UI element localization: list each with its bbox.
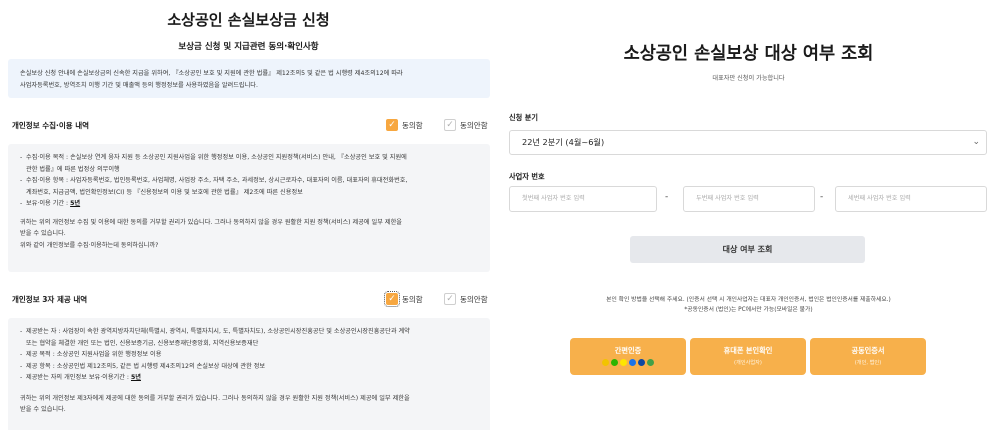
biz-number-input-3[interactable]: 세번째 사업자 번호 입력 — [835, 186, 987, 212]
disagree-label: 동의안함 — [460, 120, 488, 130]
detail-item-retention: 보유·이용 기간 : 5년 — [20, 198, 478, 210]
quarter-value: 22년 2분기 (4월~6월) — [522, 137, 605, 147]
disagree-checkbox-third-party[interactable]: ✓ 동의안함 — [444, 293, 488, 305]
agree-checkbox-collection[interactable]: ✓ 동의함 — [386, 119, 423, 131]
quarter-select[interactable]: 22년 2분기 (4월~6월) ⌄ — [509, 130, 987, 155]
check-icon: ✓ — [444, 119, 456, 131]
agree-label: 동의함 — [402, 120, 423, 130]
detail-item-retention: 제공받는 자의 개인정보 보유·이용기간 : 5년 — [20, 372, 478, 384]
dash-separator: - — [820, 192, 824, 202]
eligibility-subtitle: 대표자만 신청이 가능합니다 — [712, 75, 785, 82]
detail-item: 제공 목적 : 소상공인 지원사업을 위한 행정정보 이용 — [20, 349, 478, 361]
detail-item: 제공 항목 : 소상공인법 제12조의5, 같은 법 시행령 제4조의12의 손… — [20, 361, 478, 373]
retention-value: 5년 — [130, 374, 141, 381]
agree-label: 동의함 — [402, 294, 423, 304]
eligibility-title: 소상공인 손실보상 대상 여부 조회 — [623, 44, 874, 64]
provider-icon — [629, 359, 636, 366]
third-party-details: 제공받는 자 : 사업장이 속한 광역지방자치단체(특별시, 광역시, 특별자치… — [8, 318, 490, 430]
chevron-down-icon: ⌄ — [972, 137, 980, 147]
check-icon: ✓ — [386, 119, 398, 131]
certificate-auth-button[interactable]: 공동인증서 (개인, 법인) — [810, 338, 926, 375]
check-icon: ✓ — [384, 291, 400, 307]
provider-icon — [647, 359, 654, 366]
detail-item-cont: 또는 협약을 체결한 개인 또는 법인, 신용보증기금, 신용보증재단중앙회, … — [26, 339, 259, 347]
agree-checkbox-third-party[interactable]: ✓ 동의함 — [384, 291, 423, 307]
section-third-party: 개인정보 3자 제공 내역 ✓ 동의함 ✓ 동의안함 — [8, 291, 490, 307]
section-label: 개인정보 3자 제공 내역 — [12, 295, 88, 304]
detail-item: 수집·이용 목적 : 손실보상 연계 융자 지원 등 소상공인 지원사업을 위한… — [20, 152, 478, 164]
intro-line: 손실보상 신청 안내에 손실보상금의 신속한 지급을 위하여, 『소상공인 보호… — [20, 70, 403, 77]
collection-details: 수집·이용 목적 : 손실보상 연계 융자 지원 등 소상공인 지원사업을 위한… — [8, 144, 490, 272]
refusal-notice: 귀하는 위의 개인정보 수집 및 이용에 대한 동의를 거부할 권리가 있습니다… — [20, 218, 402, 226]
provider-icon — [611, 359, 618, 366]
section-personal-info-collection: 개인정보 수집·이용 내역 ✓ 동의함 ✓ 동의안함 — [8, 119, 490, 133]
auth-notice-line: *공동인증서 (법인)는 PC에서만 가능(모바일은 불가) — [684, 307, 813, 313]
auth-button-label: 공동인증서 — [851, 346, 885, 355]
biz-number-input-1[interactable]: 첫번째 사업자 번호 입력 — [509, 186, 657, 212]
consent-question: 위와 같이 개인정보를 수집·이용하는데 동의하십니까? — [20, 241, 159, 249]
provider-icon — [638, 359, 645, 366]
biz-number-input-2[interactable]: 두번째 사업자 번호 입력 — [683, 186, 815, 212]
eligibility-search-button[interactable]: 대상 여부 조회 — [630, 236, 865, 263]
disagree-checkbox-collection[interactable]: ✓ 동의안함 — [444, 119, 488, 131]
eligibility-check-panel: 소상공인 손실보상 대상 여부 조회 대표자만 신청이 가능합니다 신청 분기 … — [497, 0, 1000, 430]
refusal-notice: 귀하는 위의 개인정보 제3자에게 제공에 대한 동의를 거부할 권리가 있습니… — [20, 394, 410, 402]
auth-notice-line: 본인 확인 방법을 선택해 주세요. (인증서 선택 시 개인사업자는 대표자 … — [606, 297, 891, 303]
auth-button-sublabel: (개인사업자) — [734, 360, 762, 366]
biz-number-label: 사업자 번호 — [509, 172, 545, 181]
simple-auth-button[interactable]: 간편인증 — [570, 338, 686, 375]
auth-button-label: 휴대폰 본인확인 — [723, 346, 773, 355]
detail-item-cont: 관한 법률』에 따른 법정상 의무이행 — [26, 165, 120, 173]
consent-panel: 소상공인 손실보상금 신청 보상금 신청 및 지급관련 동의·확인사항 손실보상… — [0, 0, 497, 430]
page-title: 소상공인 손실보상금 신청 — [167, 11, 330, 29]
auth-button-sublabel: (개인, 법인) — [854, 360, 882, 366]
intro-notice: 손실보상 신청 안내에 손실보상금의 신속한 지급을 위하여, 『소상공인 보호… — [8, 59, 490, 98]
provider-icon — [602, 359, 609, 366]
detail-item-cont: 계좌번호, 지급금액, 법인확인정보(CI) 등 『신용정보의 이용 및 보호에… — [26, 188, 303, 196]
check-icon: ✓ — [444, 293, 456, 305]
retention-label: 제공받는 자의 개인정보 보유·이용기간 : — [26, 374, 131, 381]
provider-icon — [620, 359, 627, 366]
retention-value: 5년 — [70, 200, 81, 207]
dash-separator: - — [665, 192, 669, 202]
disagree-label: 동의안함 — [460, 294, 488, 304]
section-label: 개인정보 수집·이용 내역 — [12, 121, 90, 130]
detail-item: 제공받는 자 : 사업장이 속한 광역지방자치단체(특별시, 광역시, 특별자치… — [20, 326, 478, 338]
auth-provider-icons — [570, 359, 686, 366]
consent-subtitle: 보상금 신청 및 지급관련 동의·확인사항 — [178, 42, 319, 52]
retention-label: 보유·이용 기간 : — [26, 200, 71, 207]
auth-button-label: 간편인증 — [614, 346, 642, 355]
refusal-notice: 받을 수 있습니다. — [20, 406, 66, 413]
refusal-notice: 받을 수 있습니다. — [20, 230, 66, 237]
auth-method-notice: 본인 확인 방법을 선택해 주세요. (인증서 선택 시 개인사업자는 대표자 … — [497, 295, 1000, 315]
intro-line: 사업자등록번호, 방역조치 이행 기간 및 매출액 등의 행정정보를 사용하였음… — [20, 82, 258, 89]
phone-auth-button[interactable]: 휴대폰 본인확인 (개인사업자) — [690, 338, 806, 375]
detail-item: 수집·이용 항목 : 사업자등록번호, 법인등록번호, 사업체명, 사업장 주소… — [20, 175, 478, 187]
quarter-label: 신청 분기 — [509, 113, 538, 122]
